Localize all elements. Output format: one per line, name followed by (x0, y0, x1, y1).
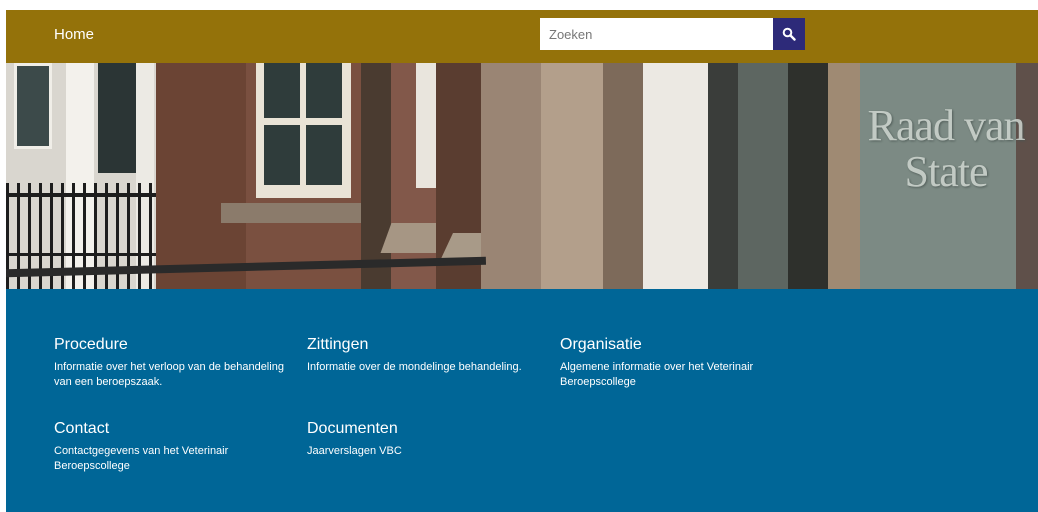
card-contact: Contact Contactgegevens van het Veterina… (54, 419, 254, 474)
search-icon (782, 27, 796, 41)
home-link[interactable]: Home (54, 26, 94, 43)
raad-van-state-plaque: Raad van State (867, 101, 1026, 196)
search-button[interactable] (773, 18, 805, 50)
card-organisatie: Organisatie Algemene informatie over het… (560, 335, 775, 390)
zittingen-link[interactable]: Zittingen (307, 336, 368, 353)
card-procedure: Procedure Informatie over het verloop va… (54, 335, 284, 390)
procedure-description: Informatie over het verloop van de behan… (54, 361, 284, 388)
contact-link[interactable]: Contact (54, 420, 109, 437)
organisatie-description: Algemene informatie over het Veterinair … (560, 361, 754, 388)
hero-image: Raad van State (6, 63, 1038, 289)
documenten-description: Jaarverslagen VBC (307, 445, 402, 457)
search-form (540, 18, 805, 50)
zittingen-description: Informatie over de mondelinge behandelin… (307, 361, 522, 373)
organisatie-link[interactable]: Organisatie (560, 336, 642, 353)
info-panel: Procedure Informatie over het verloop va… (6, 289, 1038, 512)
procedure-link[interactable]: Procedure (54, 336, 128, 353)
documenten-link[interactable]: Documenten (307, 420, 398, 437)
page: Home Zoeken Raad van State Procedure Inf… (6, 10, 1038, 512)
contact-description: Contactgegevens van het Veterinair Beroe… (54, 445, 229, 472)
card-zittingen: Zittingen Informatie over de mondelinge … (307, 335, 547, 375)
header-bar: Home (6, 10, 1038, 63)
card-documenten: Documenten Jaarverslagen VBC (307, 419, 537, 459)
search-input[interactable] (540, 18, 773, 50)
